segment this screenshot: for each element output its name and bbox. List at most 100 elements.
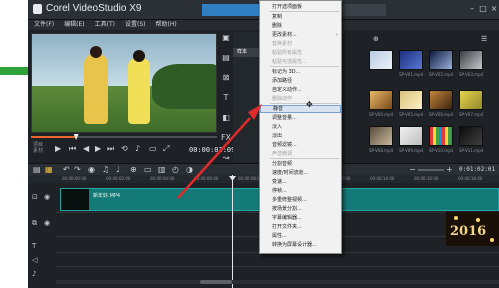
filter-icon[interactable]: FX	[221, 134, 231, 142]
ruler-tick: 00:00:00:00	[62, 176, 87, 181]
volume-icon[interactable]: ♪	[135, 144, 140, 154]
context-menu-item[interactable]: 停帧...	[260, 187, 341, 195]
timeline-scrollbar[interactable]	[56, 280, 499, 284]
multicam-icon[interactable]: ▥	[158, 165, 166, 175]
prev-frame-icon[interactable]: ◀	[83, 144, 89, 154]
auto-music-icon[interactable]: ♩	[116, 165, 120, 175]
undo-icon[interactable]: ↶	[63, 165, 70, 175]
zoom-out-icon[interactable]: −	[409, 165, 416, 175]
context-menu-item[interactable]: 删除动作	[260, 95, 341, 103]
path-icon[interactable]: ↝	[223, 154, 230, 162]
context-menu-item[interactable]: 速度/时间流逝...	[260, 169, 341, 177]
library-thumbnail[interactable]	[399, 126, 423, 146]
context-menu-item[interactable]: 打开文件夹...	[260, 223, 341, 231]
scrubber[interactable]	[31, 134, 217, 140]
context-menu-item[interactable]: 分割音频	[260, 160, 341, 168]
library-thumbnail[interactable]	[459, 126, 483, 146]
timeline-timecode[interactable]: 0:01:02:01	[459, 166, 495, 173]
library-thumbnail[interactable]	[429, 90, 453, 110]
context-menu-item[interactable]: 变速...	[260, 178, 341, 186]
host-page	[0, 0, 28, 288]
context-menu-item[interactable]: 标记为 3D...	[260, 68, 341, 76]
menu-edit[interactable]: 编辑(E)	[64, 20, 84, 30]
overlay-track-icon[interactable]: ⧉	[32, 219, 37, 227]
library-thumbnail[interactable]	[429, 50, 453, 70]
menu-tools[interactable]: 工具(T)	[95, 20, 115, 30]
context-menu-item[interactable]: 粘贴所有属性	[260, 49, 341, 57]
minimize-button[interactable]: –	[468, 5, 476, 13]
subtitle-editor-icon[interactable]: ▭	[144, 165, 152, 175]
context-menu-item[interactable]: 静音	[260, 105, 341, 113]
title-icon[interactable]: T	[224, 94, 229, 102]
library-thumbnail[interactable]	[369, 50, 393, 70]
context-menu-item[interactable]: 自定义动作...	[260, 86, 341, 94]
timeline-view-icon[interactable]: ▦	[45, 165, 53, 175]
redo-icon[interactable]: ↷	[74, 165, 81, 175]
library-thumbnail[interactable]	[399, 50, 423, 70]
graphic-icon[interactable]: ◧	[222, 114, 230, 122]
preview-window[interactable]	[31, 33, 217, 133]
end-icon[interactable]: ⏭	[107, 144, 114, 154]
transition-icon[interactable]: ⊠	[223, 74, 230, 82]
home-icon[interactable]: ⏮	[69, 144, 76, 154]
context-menu-item[interactable]: 粘贴可选属性...	[260, 58, 341, 66]
context-menu-item[interactable]: 字幕编辑器...	[260, 214, 341, 222]
time-remap-icon[interactable]: ◴	[172, 165, 179, 175]
context-menu-item[interactable]: 调整音量...	[260, 114, 341, 122]
library-thumbnail[interactable]	[399, 90, 423, 110]
context-menu-item[interactable]: 复制	[260, 13, 341, 21]
context-menu-item[interactable]: 删除	[260, 22, 341, 30]
menu-help[interactable]: 帮助(H)	[155, 20, 176, 30]
context-menu-item[interactable]: 添加路径	[260, 77, 341, 85]
title-track-icon[interactable]: T	[32, 242, 36, 250]
library-thumbnail[interactable]	[459, 50, 483, 70]
sound-mixer-icon[interactable]: ♫	[102, 165, 109, 175]
maximize-button[interactable]: □	[479, 5, 487, 13]
video-track-icon[interactable]: ⊡	[32, 193, 38, 201]
tab-capture[interactable]	[202, 4, 262, 16]
context-menu-item[interactable]: 替换素材	[260, 40, 341, 48]
menu-file[interactable]: 文件(F)	[34, 20, 54, 30]
context-menu-item[interactable]: 更改素材... ›	[260, 31, 341, 39]
folder-icon[interactable]: ⊕	[373, 34, 379, 44]
track-visibility-icon[interactable]: ◉	[44, 193, 50, 201]
library-thumbnail-label: SP-V02.mp4	[429, 72, 454, 77]
context-menu-item[interactable]: 淡入	[260, 123, 341, 131]
new-year-overlay[interactable]: 2016	[446, 212, 499, 246]
instant-project-icon[interactable]: ▤	[222, 54, 230, 62]
repeat-icon[interactable]: ⟲	[121, 144, 128, 154]
clip-mode-label[interactable]: 素材	[33, 148, 43, 154]
motion-tracking-icon[interactable]: ⊕	[130, 165, 137, 175]
storyboard-view-icon[interactable]: ▤	[33, 165, 41, 175]
context-menu-item[interactable]: 音频滤镜...	[260, 141, 341, 149]
zoom-slider[interactable]	[418, 169, 444, 171]
next-frame-icon[interactable]: ▶	[95, 144, 101, 154]
timeline-playhead[interactable]	[232, 175, 233, 288]
library-thumbnail[interactable]	[459, 90, 483, 110]
context-menu-item[interactable]: 转换为屏幕设计器...	[260, 241, 341, 249]
timeline-scrollbar-thumb[interactable]	[200, 280, 232, 284]
context-menu-item[interactable]: 按场景分割...	[260, 205, 341, 213]
context-menu-item[interactable]: 淡出	[260, 132, 341, 140]
mask-icon[interactable]: ◑	[186, 165, 193, 175]
context-menu-item[interactable]: 属性...	[260, 232, 341, 240]
media-icon[interactable]: ▣	[222, 34, 230, 42]
library-thumbnail[interactable]	[369, 126, 393, 146]
hd-preview-icon[interactable]: ▭	[149, 144, 157, 154]
zoom-in-icon[interactable]: +	[446, 165, 453, 175]
library-thumbnail[interactable]	[369, 90, 393, 110]
record-capture-icon[interactable]: ◉	[88, 165, 95, 175]
sort-icon[interactable]: ☰	[481, 34, 487, 44]
menu-settings[interactable]: 设置(S)	[125, 20, 146, 30]
context-menu-item[interactable]: 多重修整视频...	[260, 196, 341, 204]
play-icon[interactable]: ▶	[55, 144, 61, 154]
close-button[interactable]: ×	[490, 5, 498, 13]
context-menu-item[interactable]: 打开选项面板	[260, 3, 341, 11]
overlay-visibility-icon[interactable]: ◉	[44, 219, 50, 227]
library-thumbnail[interactable]	[429, 126, 453, 146]
context-menu-item-label: 字幕编辑器...	[272, 215, 302, 221]
music-track-icon[interactable]: ♪	[32, 270, 36, 278]
voice-track-icon[interactable]: ◁	[32, 256, 37, 264]
context-menu-item[interactable]: 声音微调	[260, 150, 341, 158]
enlarge-icon[interactable]: ⤢	[163, 144, 169, 154]
